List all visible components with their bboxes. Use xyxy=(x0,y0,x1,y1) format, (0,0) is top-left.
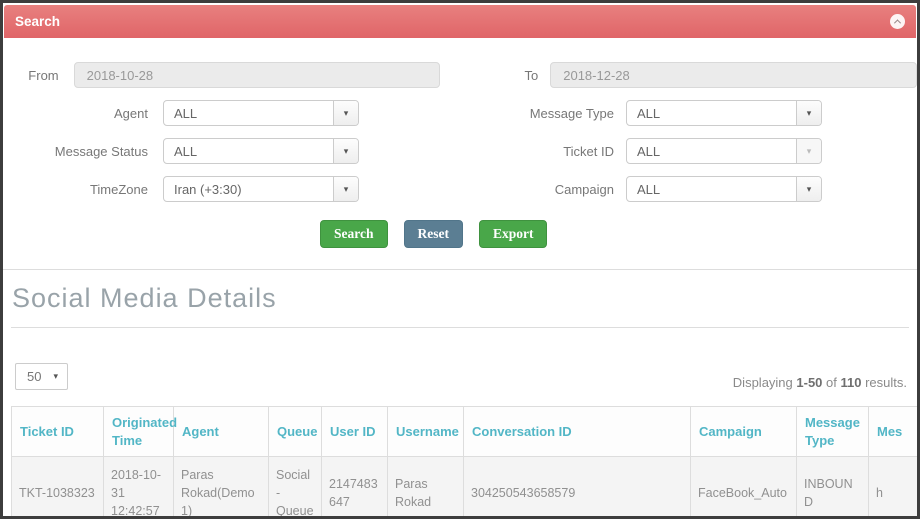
form-row-dates: From To xyxy=(3,62,917,88)
details-section: Social Media Details 50 ▾ Displaying 1-5… xyxy=(3,283,917,516)
results-middle: of xyxy=(822,375,841,390)
caret-down-icon: ▾ xyxy=(796,101,821,125)
form-row-timezone-campaign: TimeZone Iran (+3:30) ▾ Campaign ALL ▾ xyxy=(3,176,917,202)
campaign-label: Campaign xyxy=(554,181,614,197)
results-count-text: Displaying 1-50 of 110 results. xyxy=(733,375,907,390)
message-status-select[interactable]: ALL ▾ xyxy=(163,138,359,164)
message-type-label: Message Type xyxy=(529,105,614,121)
column-header-1[interactable]: Originated Time xyxy=(103,406,177,458)
message-type-select-value: ALL xyxy=(637,105,661,121)
table-cell-0: TKT-1038323 xyxy=(11,456,104,516)
table-header-row: Ticket ID Originated Time Agent Queue User I… xyxy=(11,406,917,458)
from-label: From xyxy=(28,67,59,83)
ticket-id-label: Ticket ID xyxy=(563,143,614,159)
collapse-panel-button[interactable] xyxy=(890,14,905,29)
timezone-select[interactable]: Iran (+3:30) ▾ xyxy=(163,176,359,202)
column-header-7[interactable]: Campaign xyxy=(690,406,797,458)
table-body: TKT-1038323 2018-10-31 12:42:57 Paras Roka… xyxy=(11,456,917,516)
form-buttons: Search Reset Export xyxy=(320,220,917,269)
from-date-input[interactable] xyxy=(73,62,441,88)
section-title: Social Media Details xyxy=(12,283,277,313)
export-button[interactable]: Export xyxy=(478,220,548,248)
column-header-3[interactable]: Queue xyxy=(268,406,322,458)
to-label: To xyxy=(524,67,539,83)
table-cell-6: 304250543658579 xyxy=(463,456,691,516)
table-cell-3: Social-Queue xyxy=(268,456,322,516)
timezone-select-value: Iran (+3:30) xyxy=(174,181,242,197)
agent-select[interactable]: ALL ▾ xyxy=(163,100,359,126)
table-controls: 50 ▾ Displaying 1-50 of 110 results. xyxy=(15,363,907,390)
search-panel-header: Search xyxy=(4,5,916,38)
agent-label: Agent xyxy=(114,105,148,121)
results-table: Ticket ID Originated Time Agent Queue User I… xyxy=(11,406,917,516)
results-range: 1-50 xyxy=(796,375,823,390)
table-cell-7: FaceBook_Auto xyxy=(690,456,797,516)
app-window: Search From To Agent ALL ▾ Message Type xyxy=(0,0,920,519)
caret-down-icon: ▾ xyxy=(796,177,821,201)
results-prefix: Displaying xyxy=(732,375,797,390)
results-suffix: results. xyxy=(861,375,907,390)
table-cell-1: 2018-10-31 12:42:57 xyxy=(103,456,174,516)
chevron-up-icon xyxy=(893,19,902,27)
form-row-agent-msgtype: Agent ALL ▾ Message Type ALL ▾ xyxy=(3,100,917,126)
search-form: From To Agent ALL ▾ Message Type ALL ▾ M… xyxy=(3,38,917,270)
campaign-select-value: ALL xyxy=(637,181,661,197)
column-header-0[interactable]: Ticket ID xyxy=(11,406,104,458)
caret-down-icon: ▾ xyxy=(796,139,821,163)
agent-select-value: ALL xyxy=(174,105,198,121)
results-table-container: Ticket ID Originated Time Agent Queue User I… xyxy=(11,406,917,516)
message-type-select[interactable]: ALL ▾ xyxy=(626,100,822,126)
page-size-value: 50 xyxy=(27,369,42,384)
results-total: 110 xyxy=(840,375,862,390)
campaign-select[interactable]: ALL ▾ xyxy=(626,176,822,202)
message-status-select-value: ALL xyxy=(174,143,198,159)
search-panel-title: Search xyxy=(15,14,61,29)
section-divider xyxy=(11,327,909,328)
column-header-8[interactable]: Message Type xyxy=(796,406,869,458)
column-header-4[interactable]: User ID xyxy=(321,406,388,458)
column-header-6[interactable]: Conversation ID xyxy=(463,406,691,458)
table-cell-5: Paras Rokad xyxy=(387,456,464,516)
search-button[interactable]: Search xyxy=(320,220,388,248)
table-cell-2: Paras Rokad(Demo1) xyxy=(173,456,269,516)
timezone-label: TimeZone xyxy=(89,181,148,197)
to-date-input[interactable] xyxy=(550,62,917,88)
table-cell-9: h xyxy=(868,456,917,516)
reset-button[interactable]: Reset xyxy=(403,220,463,248)
caret-down-icon: ▾ xyxy=(333,139,358,163)
caret-down-icon: ▾ xyxy=(333,177,358,201)
table-cell-8: INBOUND xyxy=(796,456,869,516)
search-panel: Search From To Agent ALL ▾ Message Type xyxy=(3,5,917,270)
table-cell-4: 2147483647 xyxy=(321,456,388,516)
ticket-id-select-value: ALL xyxy=(637,143,661,159)
column-header-5[interactable]: Username xyxy=(387,406,464,458)
page-size-select[interactable]: 50 ▾ xyxy=(15,363,68,390)
ticket-id-select[interactable]: ALL ▾ xyxy=(626,138,822,164)
message-status-label: Message Status xyxy=(54,143,148,159)
caret-down-icon: ▾ xyxy=(53,371,58,381)
column-header-9[interactable]: Mes xyxy=(868,406,917,458)
caret-down-icon: ▾ xyxy=(333,101,358,125)
table-row[interactable]: TKT-1038323 2018-10-31 12:42:57 Paras Roka… xyxy=(11,456,917,516)
form-row-status-ticket: Message Status ALL ▾ Ticket ID ALL ▾ xyxy=(3,138,917,164)
column-header-2[interactable]: Agent xyxy=(173,406,269,458)
